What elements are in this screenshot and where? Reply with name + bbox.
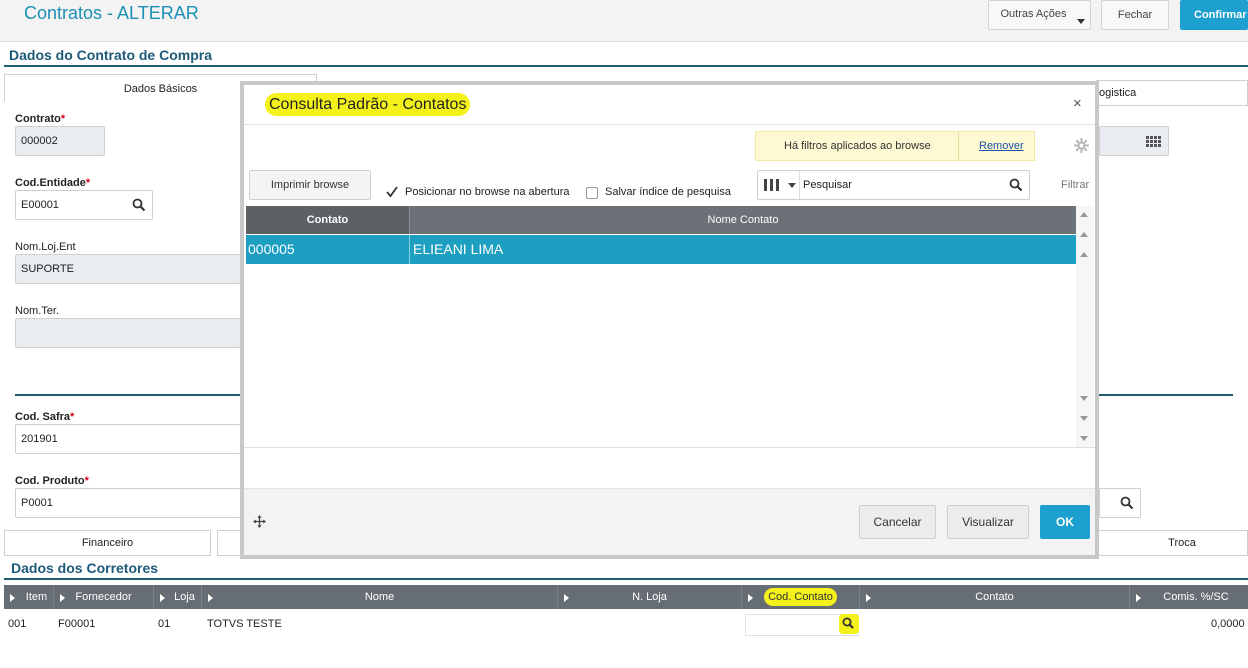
cell-fornecedor: F00001 <box>58 618 96 630</box>
save-index-checkbox[interactable] <box>586 187 598 199</box>
expand-icon <box>748 594 753 602</box>
filter-info-text: Há filtros aplicados ao browse <box>784 140 931 152</box>
close-icon[interactable]: × <box>1073 95 1082 112</box>
close-button[interactable]: Fechar <box>1101 0 1169 30</box>
cell-loja: 01 <box>158 618 171 630</box>
col-comis[interactable]: Comis. %/SC <box>1130 585 1248 609</box>
checkmark-icon <box>386 186 398 198</box>
date-field[interactable] <box>1099 126 1169 156</box>
dialog-title: Consulta Padrão - Contatos <box>265 93 471 116</box>
search-icon[interactable] <box>132 198 146 212</box>
grid-header: Item Fornecedor Loja Nome N. Loja Cod. C… <box>4 585 1248 609</box>
cancel-button[interactable]: Cancelar <box>859 505 936 539</box>
scroll-down-icon[interactable] <box>1080 396 1088 401</box>
scroll-top-icon[interactable] <box>1080 212 1088 217</box>
expand-icon <box>60 594 65 602</box>
cell-item: 001 <box>8 618 27 630</box>
section-divider-2 <box>4 578 1248 580</box>
cod-produto-label: Cod. Produto* <box>15 475 89 487</box>
cod-entidade-value: E00001 <box>21 199 59 211</box>
nom-loj-ent-label: Nom.Loj.Ent <box>15 241 76 253</box>
table-row[interactable]: 000005 ELIEANI LIMA <box>246 235 1076 264</box>
cell-nome: TOTVS TESTE <box>207 618 282 630</box>
cod-safra-field[interactable]: 201901 <box>15 424 241 454</box>
more-actions-label: Outras Ações <box>1000 8 1067 20</box>
lookup-field-right[interactable] <box>1099 488 1141 518</box>
col-nome[interactable]: Nome <box>202 585 558 609</box>
print-browse-button[interactable]: Imprimir browse <box>249 170 371 200</box>
section-title-contrato: Dados do Contrato de Compra <box>9 47 213 63</box>
remove-filter-link[interactable]: Remover <box>979 140 1024 152</box>
tab-financeiro[interactable]: Financeiro <box>4 530 211 556</box>
view-button[interactable]: Visualizar <box>947 505 1029 539</box>
table-row[interactable]: 001 F00001 01 TOTVS TESTE 0,0000 <box>4 612 1248 636</box>
column-selector[interactable] <box>758 171 800 199</box>
cell-comis: 0,0000 <box>1211 618 1245 630</box>
scroll-page-up-icon[interactable] <box>1080 232 1088 237</box>
filter-button[interactable]: Filtrar <box>1061 179 1089 191</box>
more-actions-button[interactable]: Outras Ações <box>988 0 1091 30</box>
nom-loj-ent-field[interactable]: SUPORTE <box>15 254 241 284</box>
cod-entidade-label: Cod.Entidade* <box>15 177 91 189</box>
scrollbar[interactable] <box>1076 206 1094 448</box>
col-n-loja[interactable]: N. Loja <box>558 585 742 609</box>
dialog-title-divider <box>244 124 1095 125</box>
scroll-bottom-icon[interactable] <box>1080 436 1088 441</box>
section-title-corretores: Dados dos Corretores <box>11 560 159 576</box>
section-divider <box>4 65 1248 67</box>
col-contato-code[interactable]: Contato <box>246 206 410 234</box>
expand-icon <box>160 594 165 602</box>
expand-icon <box>1136 594 1141 602</box>
col-contato[interactable]: Contato <box>860 585 1130 609</box>
browse-header: Contato Nome Contato <box>246 206 1076 234</box>
nom-ter-label: Nom.Ter. <box>15 305 60 317</box>
cod-produto-field[interactable]: P0001 <box>15 488 241 518</box>
columns-icon <box>764 179 779 191</box>
search-input[interactable]: Pesquisar <box>803 179 852 191</box>
expand-icon <box>10 594 15 602</box>
col-cod-contato[interactable]: Cod. Contato <box>742 585 860 609</box>
cod-entidade-field[interactable]: E00001 <box>15 190 153 220</box>
page-title: Contratos - ALTERAR <box>24 3 199 23</box>
contrato-label: Contrato* <box>15 113 66 125</box>
col-fornecedor[interactable]: Fornecedor <box>54 585 154 609</box>
field-divider-left <box>15 394 241 396</box>
cell-nome-contato: ELIEANI LIMA <box>413 241 504 257</box>
scroll-up-icon[interactable] <box>1080 252 1088 257</box>
browse-bottom-border <box>244 447 1095 448</box>
search-box[interactable]: Pesquisar <box>757 170 1030 200</box>
search-icon[interactable] <box>839 614 859 634</box>
gear-icon[interactable] <box>1074 138 1089 153</box>
contrato-field[interactable]: 000002 <box>15 126 105 156</box>
tab-troca[interactable]: Troca <box>1096 530 1248 556</box>
col-item[interactable]: Item <box>4 585 54 609</box>
search-icon[interactable] <box>1120 496 1134 510</box>
expand-icon <box>564 594 569 602</box>
col-nome-contato[interactable]: Nome Contato <box>410 206 1076 234</box>
nom-ter-field[interactable] <box>15 318 241 348</box>
ok-button[interactable]: OK <box>1040 505 1090 539</box>
calendar-icon[interactable] <box>1146 136 1162 148</box>
confirm-button[interactable]: Confirmar <box>1180 0 1248 30</box>
search-icon[interactable] <box>1009 178 1023 192</box>
position-checkbox[interactable] <box>385 185 398 198</box>
expand-icon <box>866 594 871 602</box>
move-icon[interactable] <box>253 515 266 528</box>
save-index-checkbox-label: Salvar índice de pesquisa <box>605 186 731 198</box>
expand-icon <box>208 594 213 602</box>
chevron-down-icon <box>1077 19 1085 24</box>
col-loja[interactable]: Loja <box>154 585 202 609</box>
position-checkbox-label: Posicionar no browse na abertura <box>405 186 570 198</box>
field-divider-right <box>1099 394 1233 396</box>
cod-safra-label: Cod. Safra* <box>15 411 75 423</box>
filter-info-divider <box>958 132 959 160</box>
cell-divider <box>247 235 410 264</box>
tab-logistica[interactable]: ogistica <box>1096 80 1248 106</box>
chevron-down-icon <box>788 183 796 188</box>
scroll-page-down-icon[interactable] <box>1080 416 1088 421</box>
